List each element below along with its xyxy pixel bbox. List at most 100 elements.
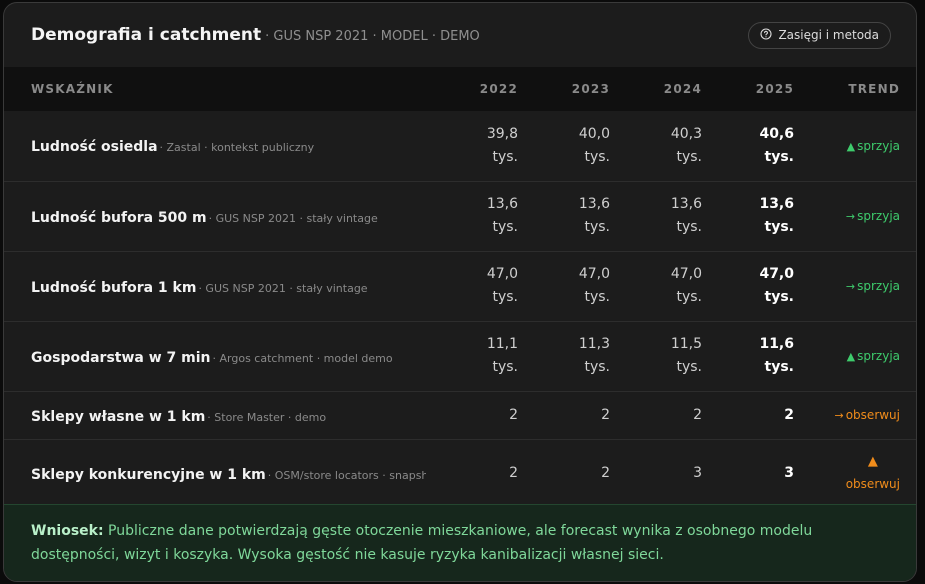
trend-label: sprzyja: [857, 279, 900, 293]
column-header-trend: TREND: [848, 82, 900, 96]
arrow-right-icon: →: [845, 280, 856, 293]
value-number: 13,6: [486, 196, 518, 212]
conclusion-label: Wniosek:: [31, 523, 104, 539]
value-number: 47,0: [759, 266, 794, 282]
value-unit: tys.: [764, 148, 794, 165]
value-number: 11,3: [578, 336, 610, 352]
indicator-cell: Ludność bufora 500 m · GUS NSP 2021 · sta…: [4, 180, 426, 251]
value-number: 11,1: [486, 336, 518, 352]
trend-label: obserwuj: [845, 408, 900, 422]
value-number: 13,6: [670, 196, 702, 212]
trend-stack: ▲ obserwuj: [846, 451, 900, 495]
value-2024: 2: [610, 390, 702, 439]
value-2022: 11,1 tys.: [426, 320, 518, 391]
triangle-up-icon: ▲: [846, 139, 856, 153]
indicator-cell: Sklepy konkurencyjne w 1 km · OSM/store l…: [4, 438, 426, 507]
conclusion-box: Wniosek: Publiczne dane potwierdzają gęs…: [4, 504, 916, 581]
value-2023: 40,0 tys.: [518, 111, 610, 181]
trend-cell: ▲ obserwuj: [794, 438, 916, 507]
indicator-name: Ludność osiedla: [31, 139, 158, 156]
value-number: 11,6: [759, 336, 794, 352]
value-unit: tys.: [584, 148, 610, 165]
value-unit: tys.: [584, 359, 610, 375]
value-2022: 13,6 tys.: [426, 180, 518, 251]
value-unit: tys.: [676, 219, 702, 235]
value-number: 11,5: [670, 336, 702, 352]
indicator-cell: Ludność bufora 1 km · GUS NSP 2021 · stał…: [4, 250, 426, 321]
indicator-name: Sklepy własne w 1 km: [31, 408, 206, 425]
value-2025: 13,6 tys.: [702, 180, 794, 251]
method-button[interactable]: Zasięgi i metoda: [748, 21, 891, 49]
trend-cell: → sprzyja: [794, 250, 916, 321]
value-2023: 11,3 tys.: [518, 320, 610, 391]
value-number: 40,3: [670, 125, 702, 142]
indicator-name: Ludność bufora 1 km: [31, 279, 197, 296]
conclusion-text: Publiczne dane potwierdzają gęste otocze…: [31, 523, 813, 563]
value-2025: 11,6 tys.: [702, 320, 794, 391]
table-row: Gospodarstwa w 7 min · Argos catchment · …: [4, 320, 916, 391]
value-2023: 13,6 tys.: [518, 180, 610, 251]
trend-label: obserwuj: [845, 477, 900, 492]
indicator-source: · OSM/store locators · snapshoty: [267, 468, 426, 482]
card-subtitle: · GUS NSP 2021 · MODEL · DEMO: [265, 29, 480, 44]
value-number: 47,0: [670, 266, 702, 282]
value-unit: tys.: [492, 359, 518, 375]
value-2024: 13,6 tys.: [610, 180, 702, 251]
value-2022: 2: [426, 438, 518, 507]
indicator-cell: Gospodarstwa w 7 min · Argos catchment · …: [4, 320, 426, 391]
value-number: 47,0: [578, 266, 610, 282]
indicator-cell: Ludność osiedla · Zastal · kontekst publi…: [4, 111, 426, 181]
value-number: 39,8: [486, 125, 518, 142]
title-group: Demografia i catchment · GUS NSP 2021 · …: [31, 25, 480, 45]
value-unit: tys.: [584, 289, 610, 305]
value-unit: tys.: [492, 148, 518, 165]
value-unit: tys.: [676, 289, 702, 305]
indicator-cell: Sklepy własne w 1 km · Store Master · dem…: [4, 390, 426, 439]
value-unit: tys.: [676, 148, 702, 165]
value-unit: tys.: [764, 219, 794, 235]
value-2024: 40,3 tys.: [610, 111, 702, 181]
trend-cell: → sprzyja: [794, 180, 916, 251]
value-2023: 2: [518, 438, 610, 507]
value-number: 47,0: [486, 266, 518, 282]
trend-label: sprzyja: [857, 349, 900, 363]
value-2024: 11,5 tys.: [610, 320, 702, 391]
indicator-source: · Store Master · demo: [207, 410, 327, 424]
value-2023: 2: [518, 390, 610, 439]
value-2022: 2: [426, 390, 518, 439]
value-2025: 47,0 tys.: [702, 250, 794, 321]
table-row: Ludność osiedla · Zastal · kontekst publi…: [4, 111, 916, 181]
value-2025: 3: [702, 438, 794, 507]
table-row: Ludność bufora 1 km · GUS NSP 2021 · stał…: [4, 250, 916, 321]
indicator-name: Ludność bufora 500 m: [31, 209, 207, 226]
trend-cell: → obserwuj: [794, 390, 916, 439]
table-header-row: WSKAŹNIK 2022 2023 2024 2025 TREND: [4, 67, 916, 111]
method-button-label: Zasięgi i metoda: [778, 28, 879, 42]
triangle-up-icon: ▲: [846, 350, 856, 363]
value-2024: 47,0 tys.: [610, 250, 702, 321]
arrow-right-icon: →: [834, 409, 844, 422]
column-header-2023: 2023: [571, 82, 610, 96]
value-unit: tys.: [764, 289, 794, 305]
table-row: Sklepy własne w 1 km · Store Master · dem…: [4, 390, 916, 439]
value-number: 13,6: [759, 196, 794, 212]
value-2022: 47,0 tys.: [426, 250, 518, 321]
table-row: Sklepy konkurencyjne w 1 km · OSM/store l…: [4, 438, 916, 507]
arrow-right-icon: →: [845, 210, 856, 223]
value-2023: 47,0 tys.: [518, 250, 610, 321]
column-header-indicator: WSKAŹNIK: [31, 82, 114, 96]
demographics-card: Demografia i catchment · GUS NSP 2021 · …: [3, 2, 917, 582]
indicator-name: Gospodarstwa w 7 min: [31, 349, 211, 366]
card-header: Demografia i catchment · GUS NSP 2021 · …: [4, 3, 916, 67]
indicator-source: · GUS NSP 2021 · stały vintage: [208, 211, 378, 225]
value-unit: tys.: [584, 219, 610, 235]
value-number: 40,0: [578, 125, 610, 142]
indicator-source: · Zastal · kontekst publiczny: [159, 141, 315, 155]
value-2022: 39,8 tys.: [426, 111, 518, 181]
indicator-source: · GUS NSP 2021 · stały vintage: [198, 281, 368, 295]
column-header-2025: 2025: [755, 82, 794, 96]
value-unit: tys.: [492, 289, 518, 305]
trend-label: sprzyja: [857, 209, 900, 223]
table-row: Ludność bufora 500 m · GUS NSP 2021 · sta…: [4, 180, 916, 251]
indicator-name: Sklepy konkurencyjne w 1 km: [31, 466, 266, 483]
